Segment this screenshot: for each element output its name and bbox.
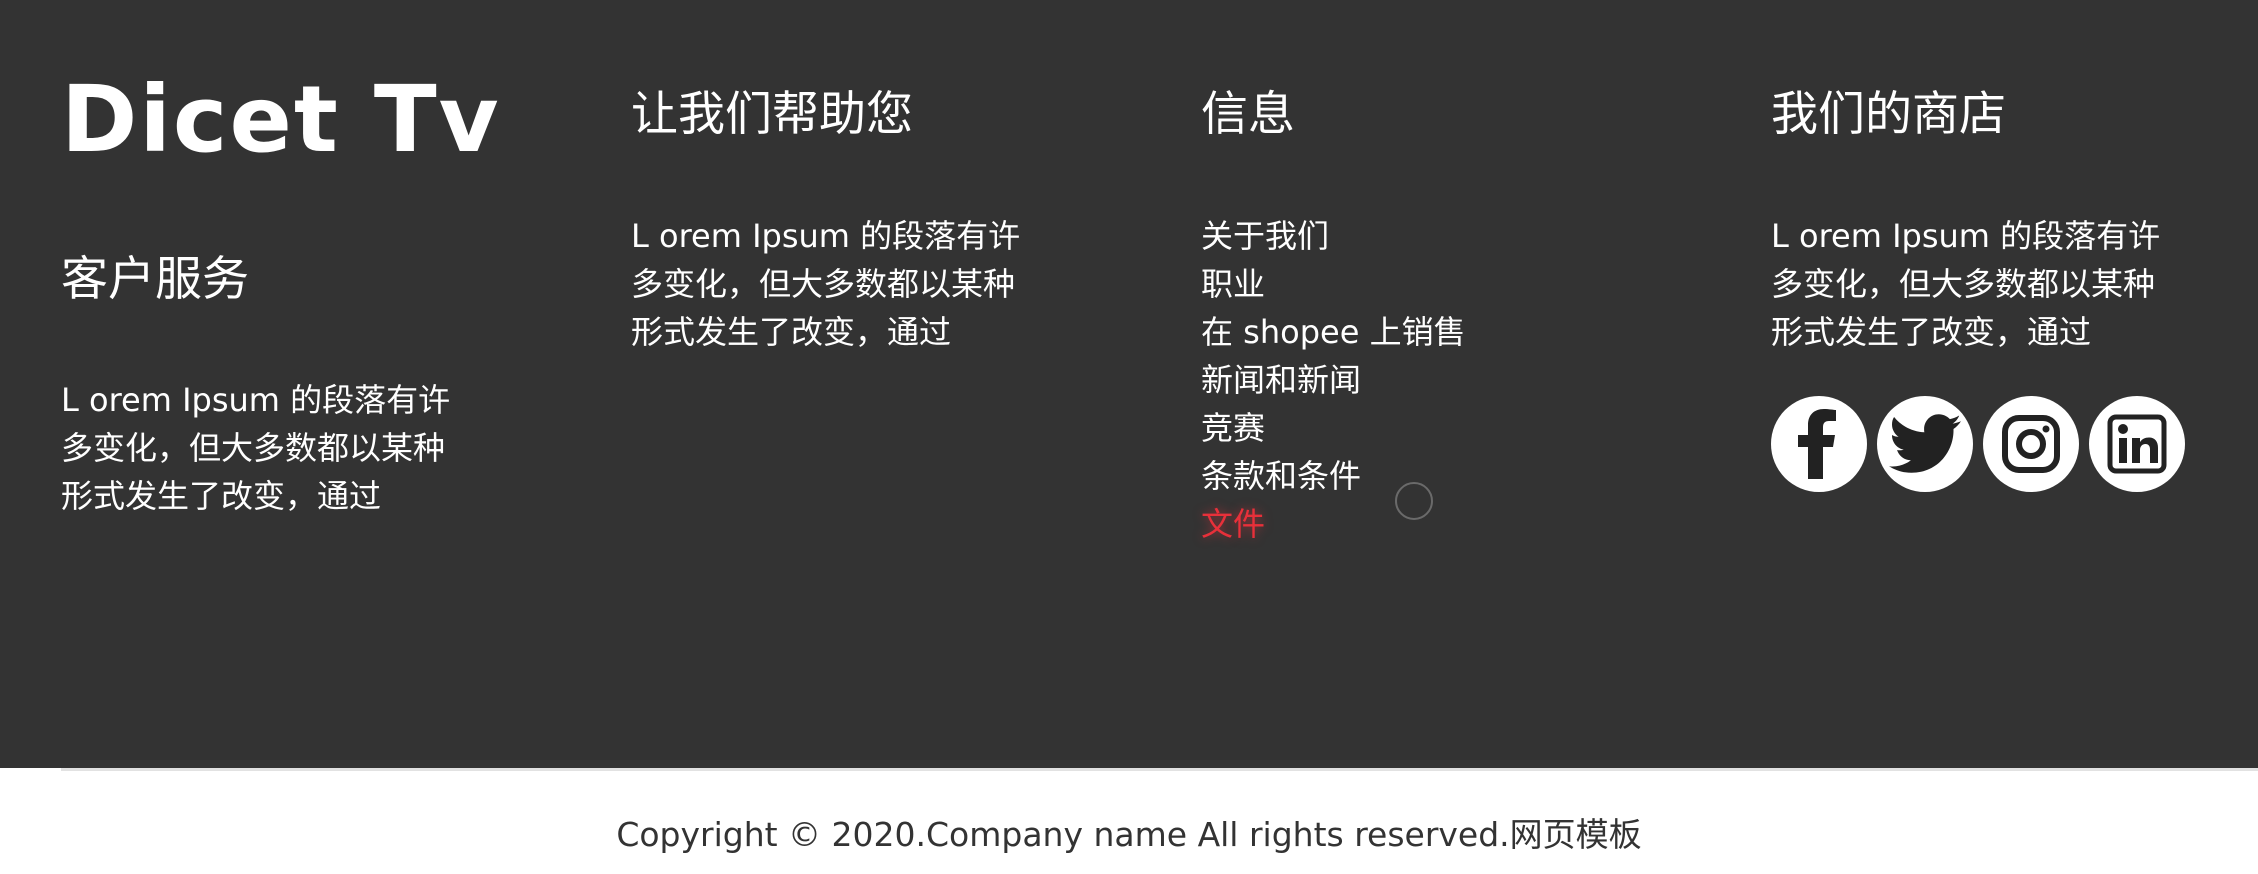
link-careers[interactable]: 职业 [1201, 260, 1466, 308]
store-text: L orem Ipsum 的段落有许多变化，但大多数都以某种形式发生了改变，通过 [1771, 217, 2161, 351]
link-about-us[interactable]: 关于我们 [1201, 212, 1466, 260]
facebook-icon[interactable] [1771, 396, 1867, 492]
cursor-indicator [1395, 482, 1433, 520]
link-news[interactable]: 新闻和新闻 [1201, 356, 1466, 404]
linkedin-icon[interactable] [2089, 396, 2185, 492]
site-footer: Dicet Tv 客户服务 L orem Ipsum 的段落有许多变化，但大多数… [0, 0, 2258, 768]
link-contests[interactable]: 竞赛 [1201, 404, 1466, 452]
copyright-text: Copyright © 2020.Company name All rights… [616, 815, 1642, 854]
footer-divider [61, 768, 2258, 771]
brand-logo[interactable]: Dicet Tv [61, 70, 501, 170]
help-title: 让我们帮助您 [631, 87, 913, 142]
link-sell-on-shopee[interactable]: 在 shopee 上销售 [1201, 308, 1466, 356]
customer-service-text: L orem Ipsum 的段落有许多变化，但大多数都以某种形式发生了改变，通过 [61, 381, 451, 515]
instagram-icon[interactable] [1983, 396, 2079, 492]
customer-service-title: 客户服务 [61, 252, 249, 307]
social-links [1771, 396, 2185, 492]
help-text: L orem Ipsum 的段落有许多变化，但大多数都以某种形式发生了改变，通过 [631, 217, 1021, 351]
store-title: 我们的商店 [1771, 87, 2006, 142]
twitter-icon[interactable] [1877, 396, 1973, 492]
info-title: 信息 [1201, 87, 1295, 142]
